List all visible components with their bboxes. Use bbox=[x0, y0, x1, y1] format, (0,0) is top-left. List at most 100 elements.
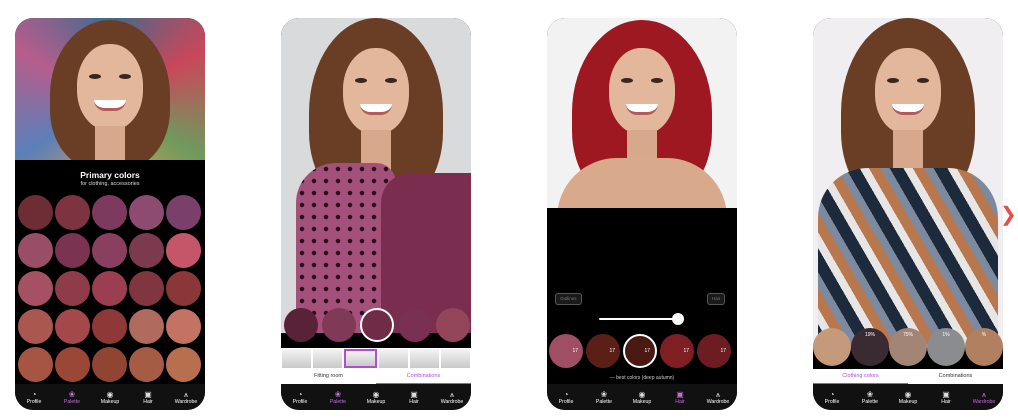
palette-icon: ❀ bbox=[68, 389, 76, 399]
nav-label: Palette bbox=[861, 398, 879, 405]
color-swatch[interactable] bbox=[92, 347, 127, 382]
nav-item-profile[interactable]: ◔ Profile bbox=[813, 384, 851, 410]
chevron-right-icon[interactable]: ❯ bbox=[1000, 205, 1017, 225]
color-swatch[interactable] bbox=[360, 308, 394, 342]
nav-item-palette[interactable]: ❀ Palette bbox=[319, 384, 357, 410]
hair-icon: ▣ bbox=[410, 389, 418, 399]
fitting-photo bbox=[281, 18, 471, 333]
nav-item-palette[interactable]: ❀ Palette bbox=[53, 384, 91, 410]
color-swatch[interactable] bbox=[92, 271, 127, 306]
clothing-color-swatch[interactable]: % bbox=[965, 328, 1003, 366]
nav-label: Wardrobe bbox=[440, 398, 464, 405]
clothing-color-swatch[interactable]: 75% bbox=[889, 328, 927, 366]
nav-item-makeup[interactable]: ◉ Makeup bbox=[623, 384, 661, 410]
nav-item-profile[interactable]: ◔ Profile bbox=[15, 384, 53, 410]
color-swatch[interactable] bbox=[129, 271, 164, 306]
clothing-thumb[interactable] bbox=[441, 349, 470, 368]
nav-item-wardrobe[interactable]: ⩚ Wardrobe bbox=[433, 384, 471, 410]
color-swatch[interactable] bbox=[166, 347, 201, 382]
nav-label: Wardrobe bbox=[972, 398, 996, 405]
nav-item-palette[interactable]: ❀ Palette bbox=[851, 384, 889, 410]
color-slider-track[interactable] bbox=[599, 318, 679, 320]
makeup-icon: ◉ bbox=[106, 389, 114, 399]
color-swatch[interactable] bbox=[18, 195, 53, 230]
nav-item-profile[interactable]: ◔ Profile bbox=[281, 384, 319, 410]
tab-combinations[interactable]: Combinations bbox=[376, 369, 471, 384]
color-swatch[interactable] bbox=[92, 233, 127, 268]
clothing-thumb[interactable] bbox=[379, 349, 408, 368]
color-swatch[interactable] bbox=[92, 309, 127, 344]
nav-item-makeup[interactable]: ◉ Makeup bbox=[357, 384, 395, 410]
phone-wardrobe-screen: 19% 75% 1%% Clothing colors Combinations ◔… bbox=[813, 18, 1003, 410]
hair-toggle[interactable]: Hair bbox=[707, 293, 726, 305]
tab-clothing-colors[interactable]: Clothing colors bbox=[813, 369, 908, 384]
palette-icon: ❀ bbox=[866, 389, 874, 399]
color-slider-knob[interactable] bbox=[672, 313, 684, 325]
profile-icon: ◔ bbox=[829, 389, 835, 399]
color-swatch[interactable] bbox=[284, 308, 318, 342]
color-swatch[interactable] bbox=[129, 233, 164, 268]
clothing-color-swatch[interactable]: 1% bbox=[927, 328, 965, 366]
clothing-color-swatch[interactable]: 19% bbox=[851, 328, 889, 366]
nav-item-hair[interactable]: ▣ Hair bbox=[129, 384, 167, 410]
hair-color-swatch[interactable]: 17 bbox=[549, 334, 583, 368]
color-swatch[interactable] bbox=[129, 309, 164, 344]
color-swatch[interactable] bbox=[55, 195, 90, 230]
color-swatch[interactable] bbox=[129, 347, 164, 382]
nav-item-hair[interactable]: ▣ Hair bbox=[927, 384, 965, 410]
clothing-thumb[interactable] bbox=[313, 349, 342, 368]
color-swatch[interactable] bbox=[166, 195, 201, 230]
wardrobe-icon: ⩚ bbox=[449, 389, 455, 399]
nav-label: Profile bbox=[558, 398, 574, 405]
color-swatch[interactable] bbox=[436, 308, 470, 342]
hair-color-swatch[interactable]: 17 bbox=[586, 334, 620, 368]
color-swatch[interactable] bbox=[18, 347, 53, 382]
color-swatch[interactable] bbox=[129, 195, 164, 230]
color-swatch[interactable] bbox=[92, 195, 127, 230]
color-swatch[interactable] bbox=[18, 309, 53, 344]
nav-item-wardrobe[interactable]: ⩚ Wardrobe bbox=[699, 384, 737, 410]
nav-item-wardrobe[interactable]: ⩚ Wardrobe bbox=[167, 384, 205, 410]
hair-icon: ▣ bbox=[942, 389, 950, 399]
tab-bar: Clothing colors Combinations bbox=[813, 369, 1003, 384]
tab-combinations[interactable]: Combinations bbox=[908, 369, 1003, 384]
bottom-nav: ◔ Profile ❀ Palette ◉ Makeup ▣ Hair ⩚ Wardrobe bbox=[547, 384, 737, 410]
clothing-thumb[interactable] bbox=[410, 349, 439, 368]
color-swatch[interactable] bbox=[398, 308, 432, 342]
nav-label: Makeup bbox=[632, 398, 652, 405]
color-swatch[interactable] bbox=[166, 271, 201, 306]
clothing-thumb[interactable] bbox=[282, 349, 311, 368]
nav-label: Makeup bbox=[100, 398, 120, 405]
nav-item-profile[interactable]: ◔ Profile bbox=[547, 384, 585, 410]
nav-item-hair[interactable]: ▣ Hair bbox=[661, 384, 699, 410]
nav-label: Wardrobe bbox=[706, 398, 730, 405]
nav-label: Palette bbox=[63, 398, 81, 405]
color-swatch[interactable] bbox=[322, 308, 356, 342]
nav-item-palette[interactable]: ❀ Palette bbox=[585, 384, 623, 410]
color-swatch[interactable] bbox=[18, 233, 53, 268]
makeup-icon: ◉ bbox=[638, 389, 646, 399]
nav-label: Profile bbox=[292, 398, 308, 405]
color-swatch[interactable] bbox=[55, 347, 90, 382]
outlines-toggle[interactable]: Outlines bbox=[555, 293, 582, 305]
clothing-thumb[interactable] bbox=[344, 349, 377, 368]
color-swatch[interactable] bbox=[18, 271, 53, 306]
color-swatch[interactable] bbox=[55, 233, 90, 268]
nav-item-wardrobe[interactable]: ⩚ Wardrobe bbox=[965, 384, 1003, 410]
nav-label: Makeup bbox=[366, 398, 386, 405]
hair-color-swatch[interactable]: 17 bbox=[623, 334, 657, 368]
makeup-icon: ◉ bbox=[904, 389, 912, 399]
hair-color-swatch[interactable]: 17 bbox=[660, 334, 694, 368]
nav-item-hair[interactable]: ▣ Hair bbox=[395, 384, 433, 410]
hair-color-swatch[interactable]: 17 bbox=[697, 334, 731, 368]
tab-bar: Fitting room Combinations bbox=[281, 369, 471, 384]
color-swatch-row bbox=[281, 308, 470, 342]
color-swatch[interactable] bbox=[166, 309, 201, 344]
tab-fitting-room[interactable]: Fitting room bbox=[281, 369, 376, 384]
color-swatch[interactable] bbox=[166, 233, 201, 268]
color-swatch[interactable] bbox=[55, 309, 90, 344]
nav-item-makeup[interactable]: ◉ Makeup bbox=[91, 384, 129, 410]
nav-item-makeup[interactable]: ◉ Makeup bbox=[889, 384, 927, 410]
color-swatch[interactable] bbox=[55, 271, 90, 306]
clothing-color-swatch[interactable] bbox=[813, 328, 851, 366]
